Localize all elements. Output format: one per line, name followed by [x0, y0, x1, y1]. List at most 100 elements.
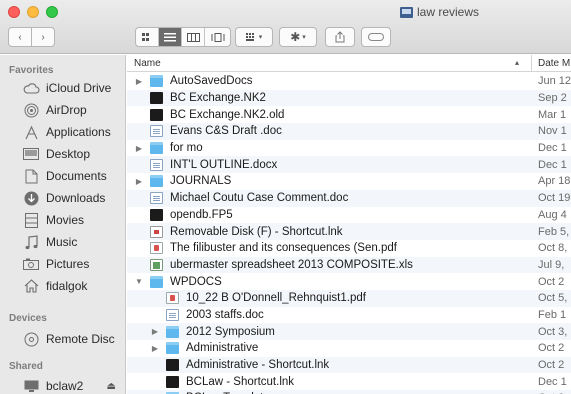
column-view-button[interactable]	[182, 28, 205, 46]
sidebar-item-remote-disc[interactable]: Remote Disc	[0, 328, 125, 350]
folder-icon	[166, 325, 179, 338]
icon-view-button[interactable]	[136, 28, 159, 46]
sidebar: Favorites iCloud Drive AirDrop Applicati…	[0, 55, 126, 394]
sidebar-item-movies[interactable]: Movies	[0, 209, 125, 231]
file-date-modified: Jun 12	[538, 75, 571, 88]
home-icon	[22, 278, 40, 294]
file-name: 2003 staffs.doc	[186, 308, 264, 321]
column-header-date-modified[interactable]: Date M	[538, 58, 570, 69]
airdrop-icon	[22, 102, 40, 118]
sidebar-item-desktop[interactable]: Desktop	[0, 143, 125, 165]
disclosure-collapsed-icon[interactable]: ▶	[134, 177, 144, 186]
file-date-modified: Oct 5,	[538, 292, 568, 305]
view-mode-selector	[135, 27, 231, 47]
document-icon	[150, 158, 163, 171]
folder-row[interactable]: ▶ for mo Dec 1	[127, 140, 571, 157]
folder-row[interactable]: ▼ WPDOCS Oct 2	[127, 273, 571, 290]
eject-icon[interactable]: ⏏	[107, 381, 116, 392]
sidebar-item-applications[interactable]: Applications	[0, 121, 125, 143]
file-name: Michael Coutu Case Comment.doc	[170, 192, 349, 205]
file-row[interactable]: BC Exchange.NK2 Sep 2	[127, 89, 571, 107]
forward-button[interactable]: ›	[31, 27, 55, 47]
folder-row[interactable]: ▶BCLawTemplatesOct 2	[127, 390, 571, 394]
sidebar-item-bclaw2[interactable]: bclaw2 ⏏	[0, 375, 125, 394]
sidebar-item-label: Movies	[46, 213, 85, 227]
generic-file-icon	[150, 108, 163, 121]
file-name: opendb.FP5	[170, 208, 233, 221]
minimize-window-button[interactable]	[27, 6, 39, 18]
disc-icon	[22, 331, 40, 347]
disclosure-collapsed-icon[interactable]: ▶	[150, 327, 160, 336]
file-row[interactable]: The filibuster and its consequences (Sen…	[127, 240, 571, 257]
chevron-left-icon: ‹	[18, 31, 22, 43]
sidebar-item-documents[interactable]: Documents	[0, 165, 125, 187]
column-header-name[interactable]: Name	[134, 58, 161, 69]
file-row[interactable]: BCLaw - Shortcut.lnk Dec 1	[127, 373, 571, 390]
sidebar-item-pictures[interactable]: Pictures	[0, 253, 125, 275]
file-row[interactable]: INT'L OUTLINE.docx Dec 1	[127, 156, 571, 174]
display-icon	[22, 378, 40, 394]
zoom-window-button[interactable]	[46, 6, 58, 18]
sidebar-item-label: iCloud Drive	[46, 81, 112, 95]
arrange-icon	[245, 32, 254, 41]
file-row[interactable]: 2003 staffs.doc Feb 1	[127, 307, 571, 324]
file-name: BC Exchange.NK2.old	[170, 108, 285, 121]
gear-icon: ✱	[290, 30, 301, 44]
desktop-icon	[22, 146, 40, 162]
window-title: law reviews	[400, 5, 479, 19]
list-view-button[interactable]	[159, 28, 182, 46]
pdf-icon	[150, 242, 163, 255]
disclosure-expanded-icon[interactable]: ▼	[134, 277, 144, 286]
file-row[interactable]: Administrative - Shortcut.lnk Oct 2	[127, 356, 571, 374]
sidebar-item-label: Music	[46, 235, 78, 249]
tags-button[interactable]	[361, 27, 391, 47]
file-row[interactable]: Removable Disk (F) - Shortcut.lnk Feb 5,	[127, 223, 571, 240]
column-divider[interactable]	[531, 55, 532, 72]
file-name: Administrative	[186, 342, 259, 355]
pdf-icon	[166, 292, 179, 305]
music-icon	[22, 234, 40, 250]
share-button[interactable]	[325, 27, 355, 47]
document-icon	[150, 192, 163, 205]
grid-icon	[141, 32, 149, 41]
file-name: JOURNALS	[170, 175, 232, 188]
disclosure-collapsed-icon[interactable]: ▶	[134, 77, 144, 86]
file-row[interactable]: 10_22 B O'Donnell_Rehnquist1.pdf Oct 5,	[127, 289, 571, 307]
file-row[interactable]: opendb.FP5 Aug 4	[127, 207, 571, 224]
sidebar-item-fidalgok[interactable]: fidalgok	[0, 275, 125, 297]
generic-file-icon	[166, 359, 179, 372]
arrange-button[interactable]: ▾	[235, 27, 273, 47]
file-row[interactable]: ubermaster spreadsheet 2013 COMPOSITE.xl…	[127, 256, 571, 274]
disclosure-collapsed-icon[interactable]: ▶	[134, 144, 144, 153]
sidebar-item-label: Desktop	[46, 147, 91, 161]
generic-file-icon	[166, 375, 179, 388]
sidebar-item-label: Documents	[46, 169, 107, 183]
back-button[interactable]: ‹	[8, 27, 32, 47]
title-bar: law reviews ‹ › ▾ ✱ ▾	[0, 0, 571, 54]
cover-flow-view-button[interactable]	[205, 28, 230, 46]
folder-row[interactable]: ▶ JOURNALS Apr 18	[127, 173, 571, 190]
disclosure-collapsed-icon[interactable]: ▶	[150, 344, 160, 353]
file-row[interactable]: BC Exchange.NK2.old Mar 1	[127, 106, 571, 123]
sidebar-item-icloud-drive[interactable]: iCloud Drive	[0, 77, 125, 99]
file-row[interactable]: Evans C&S Draft .doc Nov 1	[127, 123, 571, 140]
file-name: ubermaster spreadsheet 2013 COMPOSITE.xl…	[170, 258, 413, 271]
share-icon	[335, 31, 345, 43]
sidebar-item-airdrop[interactable]: AirDrop	[0, 99, 125, 121]
list-icon	[164, 32, 176, 41]
sidebar-item-downloads[interactable]: Downloads	[0, 187, 125, 209]
action-button[interactable]: ✱ ▾	[279, 27, 317, 47]
sidebar-item-label: AirDrop	[46, 103, 87, 117]
file-date-modified: Dec 1	[538, 158, 567, 171]
sidebar-item-music[interactable]: Music	[0, 231, 125, 253]
drive-icon	[400, 6, 413, 18]
file-list: Name ▴ Date M ▶ AutoSavedDocs Jun 12 BC Exc…	[127, 55, 571, 394]
close-window-button[interactable]	[8, 6, 20, 18]
folder-row[interactable]: ▶ Administrative Oct 2	[127, 340, 571, 357]
folder-row[interactable]: ▶ AutoSavedDocs Jun 12	[127, 73, 571, 90]
folder-row[interactable]: ▶ 2012 Symposium Oct 3,	[127, 323, 571, 340]
file-name: BC Exchange.NK2	[170, 92, 266, 105]
folder-icon	[150, 142, 163, 155]
file-row[interactable]: Michael Coutu Case Comment.doc Oct 19	[127, 189, 571, 207]
file-date-modified: Jul 9,	[538, 258, 565, 271]
